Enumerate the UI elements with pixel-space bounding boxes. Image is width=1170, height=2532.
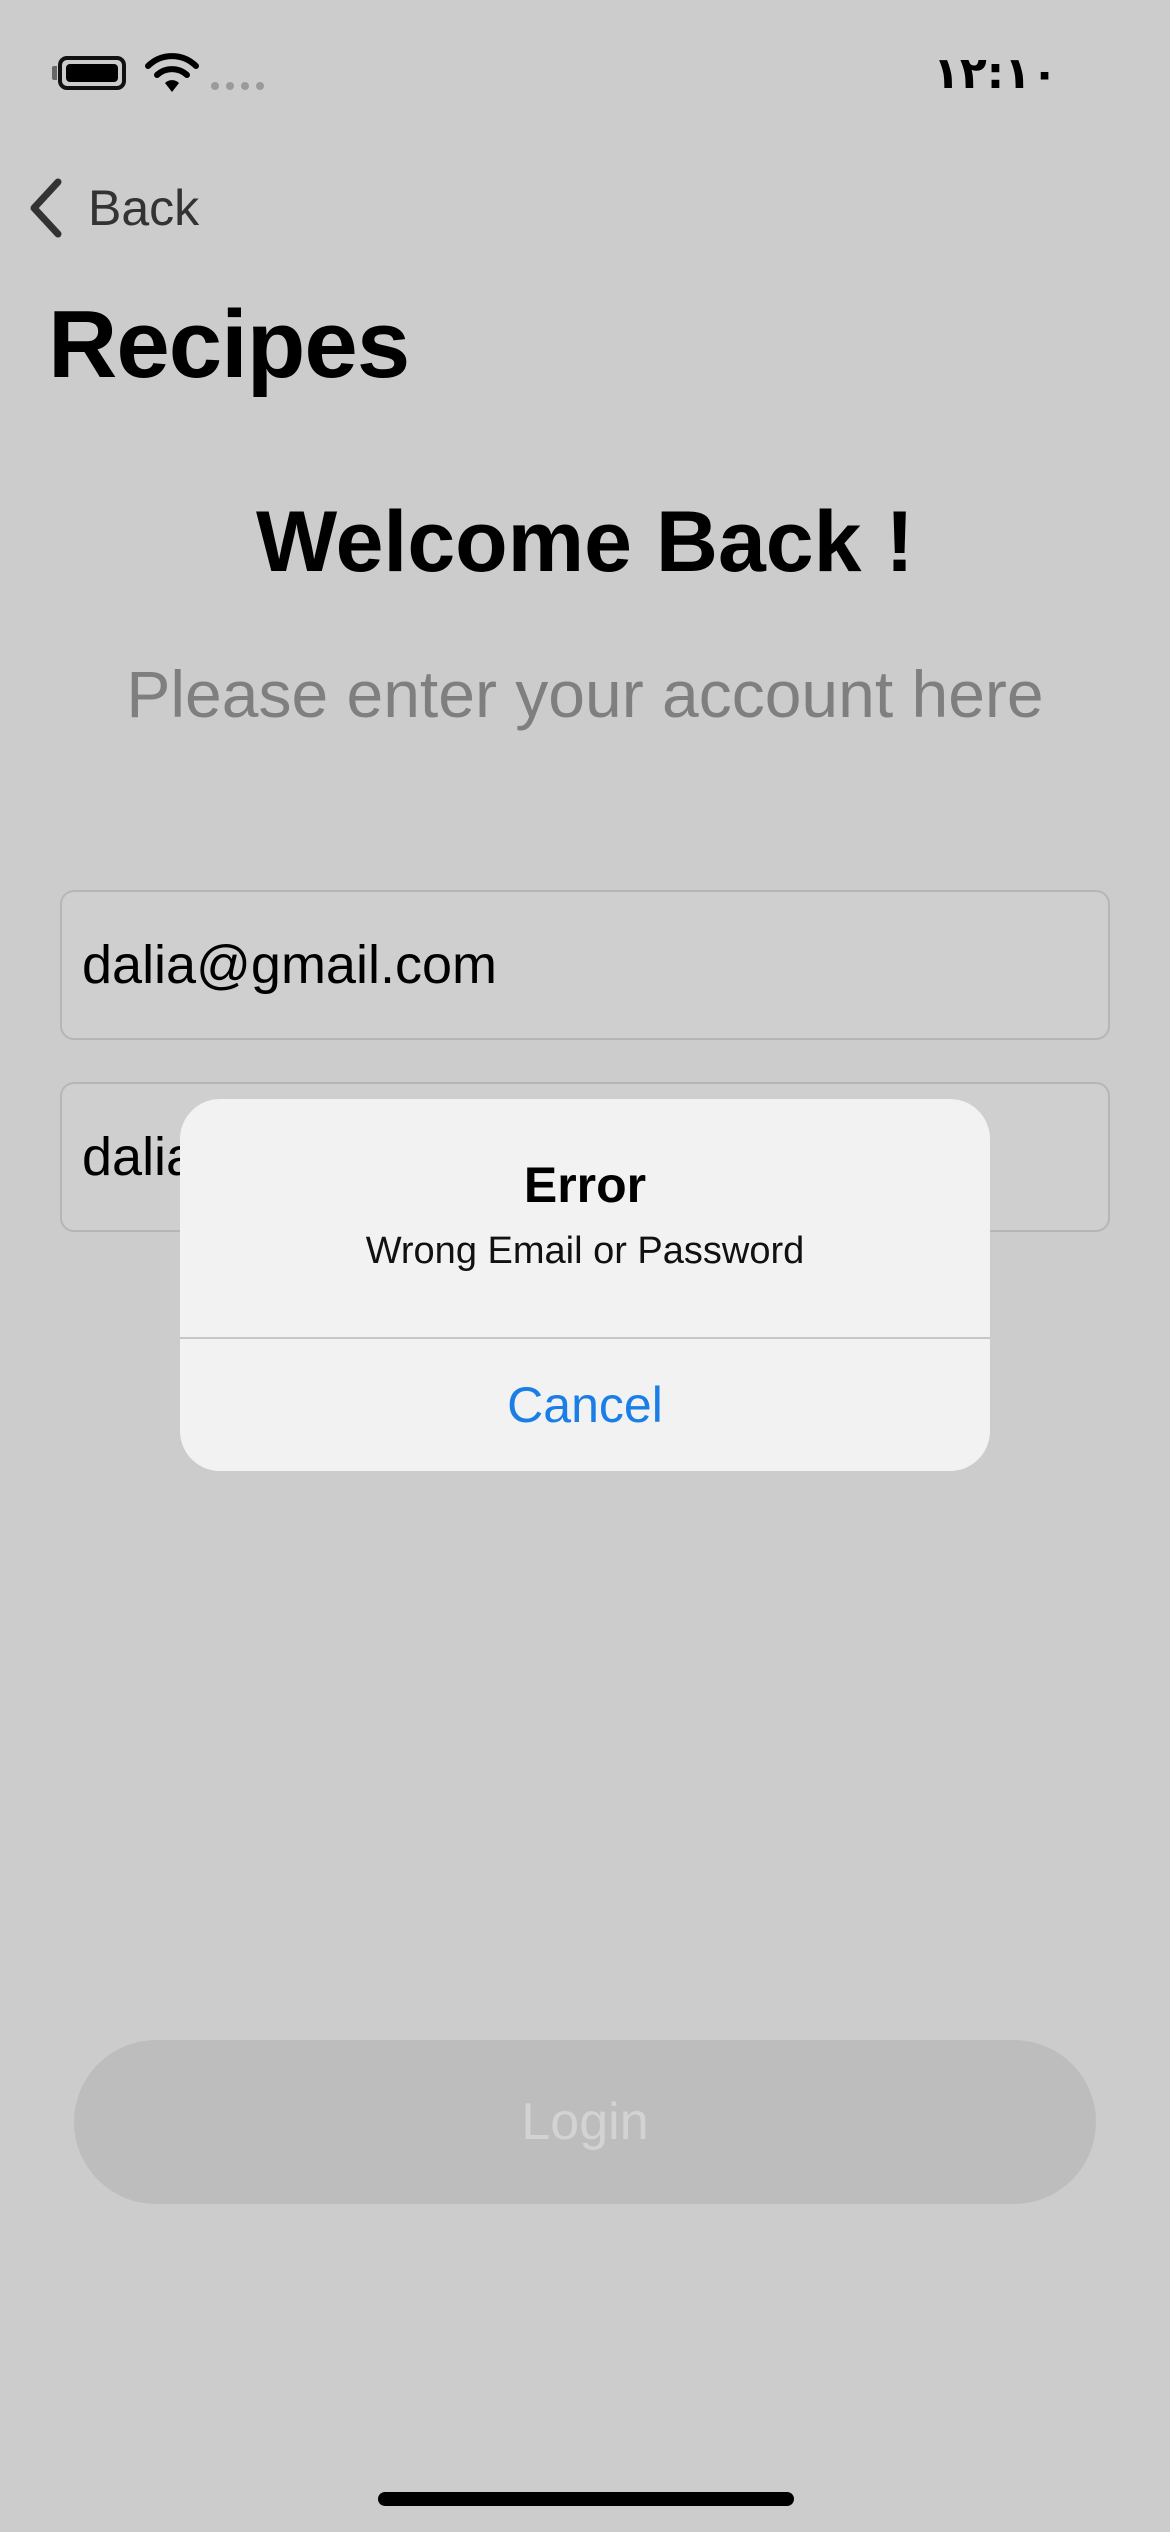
back-button[interactable]: Back: [24, 170, 199, 246]
chevron-left-icon: [30, 178, 62, 238]
status-time: ١٢:١٠: [932, 48, 1058, 99]
battery-full-icon: [58, 56, 126, 90]
alert-message: Wrong Email or Password: [365, 1230, 805, 1272]
battery-cap: [52, 66, 57, 80]
welcome-heading: Welcome Back !: [255, 494, 915, 590]
email-field[interactable]: dalia@gmail.com: [60, 890, 1110, 1040]
status-bar: ١٢:١٠: [0, 0, 1170, 140]
login-button[interactable]: Login: [74, 2040, 1096, 2204]
cancel-label: Cancel: [507, 1377, 663, 1433]
page-title: Recipes: [48, 291, 410, 398]
wifi-icon: [145, 53, 199, 92]
cellular-signal-icon: [211, 82, 264, 90]
error-alert: Error Wrong Email or Password Cancel: [180, 1099, 990, 1471]
welcome-subtitle: Please enter your account here: [126, 657, 1044, 731]
cancel-button[interactable]: Cancel: [180, 1339, 990, 1471]
alert-title: Error: [523, 1157, 647, 1213]
email-value: dalia@gmail.com: [82, 935, 497, 995]
password-value: dalia: [82, 1127, 197, 1187]
login-label: Login: [521, 2093, 649, 2151]
back-label: Back: [88, 180, 200, 236]
home-indicator[interactable]: [378, 2492, 794, 2506]
